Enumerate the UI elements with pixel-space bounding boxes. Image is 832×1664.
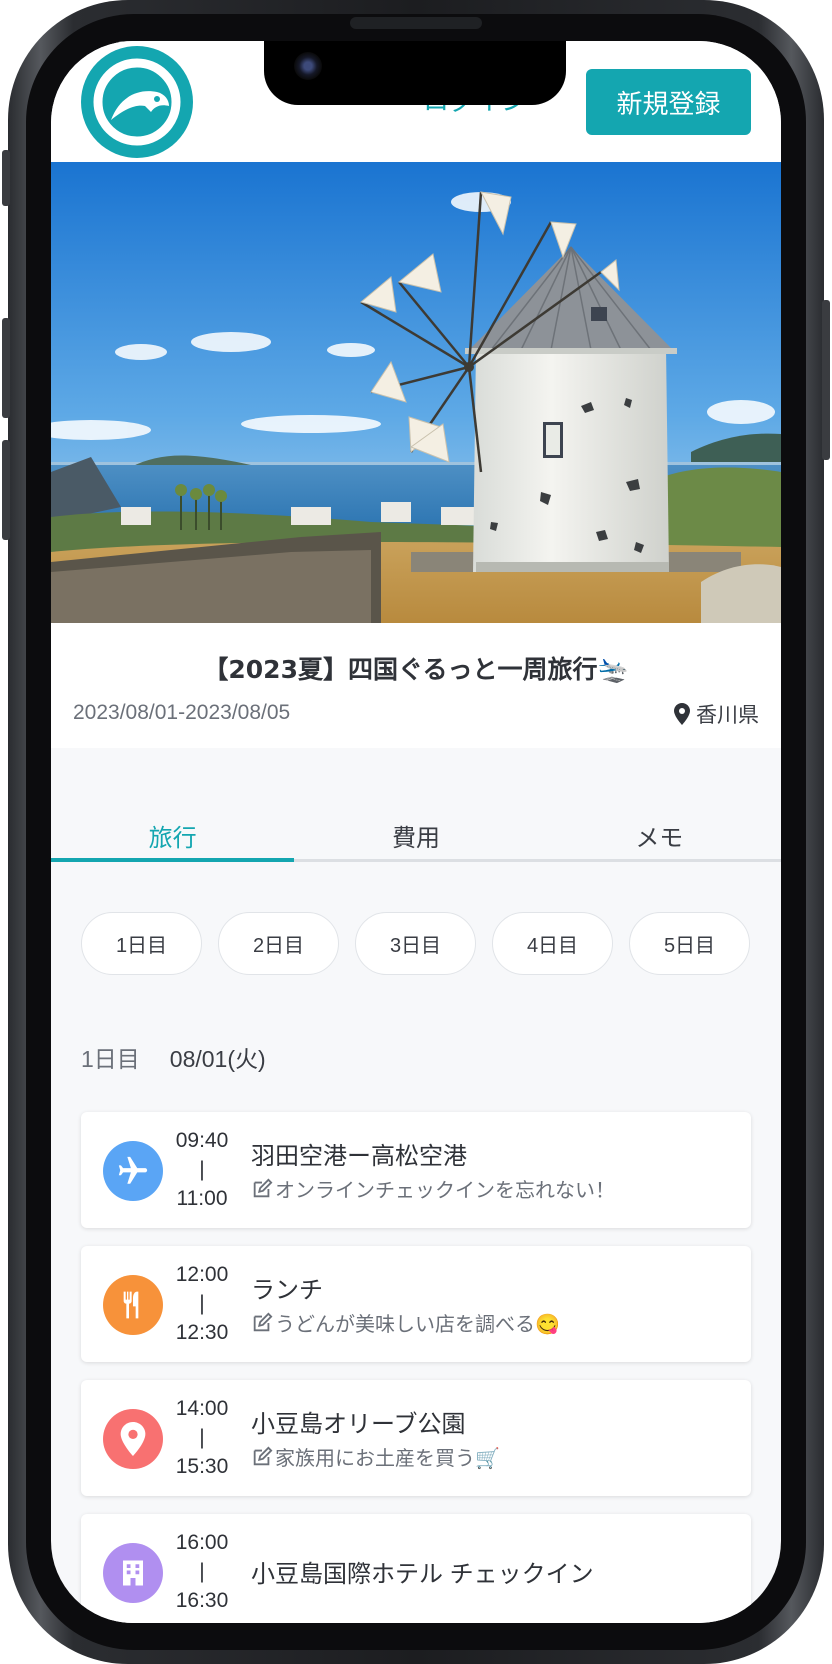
day-pill-3[interactable]: 3日目 — [355, 912, 476, 975]
schedule-memo: オンラインチェックインを忘れない！ — [251, 1174, 615, 1203]
edit-icon — [253, 1446, 273, 1465]
bird-logo-icon — [93, 58, 181, 146]
hotel-icon — [103, 1543, 163, 1603]
schedule-memo: 家族用にお土産を買う🛒 — [251, 1442, 500, 1471]
schedule-memo: うどんが美味しい店を調べる😋 — [251, 1308, 560, 1337]
speaker-grille — [350, 17, 482, 29]
utensils-icon — [103, 1275, 163, 1335]
day-pill-4[interactable]: 4日目 — [492, 912, 613, 975]
schedule-memo-text: オンラインチェックインを忘れない！ — [275, 1180, 615, 1202]
schedule-memo-text: 家族用にお土産を買う🛒 — [275, 1448, 500, 1470]
schedule-title: 小豆島国際ホテル チェックイン — [251, 1561, 594, 1588]
schedule-time: 09:40 | 11:00 — [167, 1126, 237, 1213]
day-selector: 1日目 2日目 3日目 4日目 5日目 — [81, 912, 750, 975]
camera-icon — [294, 52, 322, 80]
signup-button[interactable]: 新規登録 — [586, 69, 751, 135]
start-time: 09:40 — [175, 1129, 229, 1152]
trip-title: 【2023夏】四国ぐるっと一周旅行🛬 — [203, 655, 629, 684]
day-heading-label: 1日目 — [81, 1046, 140, 1072]
tab-bar: 旅行 費用 メモ — [51, 814, 781, 862]
trip-location-label: 香川県 — [696, 704, 759, 727]
start-time: 14:00 — [175, 1397, 229, 1420]
side-button — [822, 300, 830, 460]
time-separator: | — [199, 1292, 205, 1315]
trip-location: 香川県 — [674, 699, 759, 729]
schedule-memo-text: うどんが美味しい店を調べる😋 — [275, 1314, 560, 1336]
schedule-title: ランチ — [251, 1277, 323, 1304]
tab-memo[interactable]: メモ — [538, 814, 781, 859]
trip-dates: 2023/08/01-2023/08/05 — [73, 701, 291, 724]
schedule-card[interactable]: 09:40 | 11:00 羽田空港ー高松空港 オンラインチェックインを忘れない… — [81, 1112, 751, 1228]
schedule-card[interactable]: 16:00 | 16:30 小豆島国際ホテル チェックイン — [81, 1514, 751, 1623]
side-button — [2, 318, 10, 418]
time-separator: | — [199, 1560, 205, 1583]
side-button — [2, 150, 10, 206]
schedule-title: 小豆島オリーブ公園 — [251, 1411, 466, 1438]
end-time: 16:30 — [175, 1589, 229, 1612]
location-pin-icon — [674, 703, 690, 725]
airplane-icon — [103, 1141, 163, 1201]
schedule-time: 16:00 | 16:30 — [167, 1528, 237, 1615]
logo[interactable] — [81, 46, 193, 158]
time-separator: | — [199, 1426, 205, 1449]
tab-cost[interactable]: 費用 — [294, 814, 537, 859]
start-time: 16:00 — [175, 1531, 229, 1554]
app-screen: ログイン 新規登録 — [51, 41, 781, 1623]
side-button — [2, 440, 10, 540]
schedule-title: 羽田空港ー高松空港 — [251, 1143, 467, 1170]
day-pill-1[interactable]: 1日目 — [81, 912, 202, 975]
day-heading: 1日目 08/01(火) — [81, 1040, 266, 1074]
notch — [264, 41, 566, 105]
time-separator: | — [199, 1158, 205, 1181]
edit-icon — [253, 1178, 273, 1197]
start-time: 12:00 — [175, 1263, 229, 1286]
day-pill-5[interactable]: 5日目 — [629, 912, 750, 975]
trip-info: 【2023夏】四国ぐるっと一周旅行🛬 2023/08/01-2023/08/05… — [51, 623, 781, 748]
location-pin-icon — [103, 1409, 163, 1469]
end-time: 11:00 — [176, 1187, 228, 1210]
hero-image-windmill — [51, 162, 781, 623]
day-pill-2[interactable]: 2日目 — [218, 912, 339, 975]
edit-icon — [253, 1312, 273, 1331]
schedule-card[interactable]: 12:00 | 12:30 ランチ うどんが美味しい店を調べる😋 — [81, 1246, 751, 1362]
end-time: 15:30 — [175, 1455, 229, 1478]
end-time: 12:30 — [175, 1321, 229, 1344]
schedule-card[interactable]: 14:00 | 15:30 小豆島オリーブ公園 家族用にお土産を買う🛒 — [81, 1380, 751, 1496]
schedule-time: 12:00 | 12:30 — [167, 1260, 237, 1347]
tab-travel[interactable]: 旅行 — [51, 814, 295, 862]
day-heading-date: 08/01(火) — [169, 1046, 266, 1072]
schedule-time: 14:00 | 15:30 — [167, 1394, 237, 1481]
